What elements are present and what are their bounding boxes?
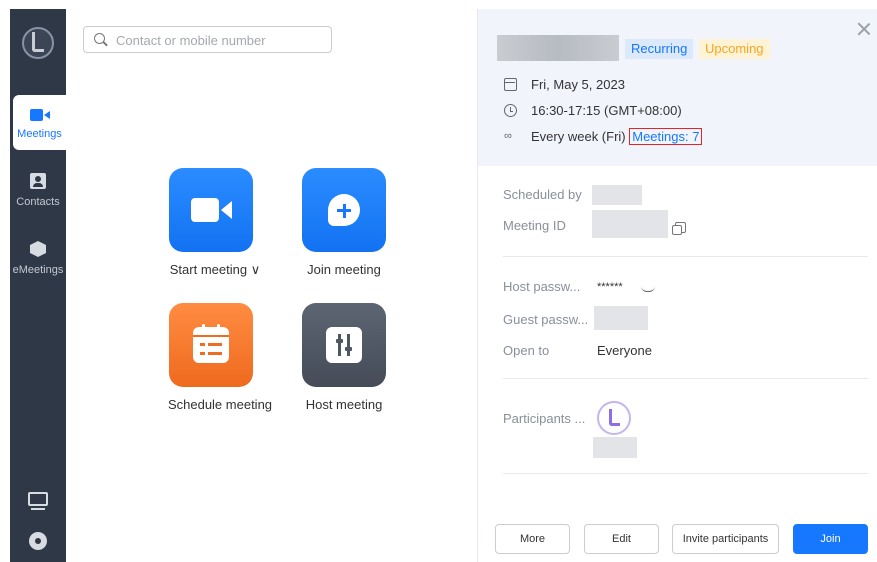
- participant-name-redacted: [593, 437, 637, 458]
- schedule-meeting-label[interactable]: Schedule meeting: [160, 397, 280, 412]
- user-avatar[interactable]: [22, 27, 54, 59]
- join-meeting-label[interactable]: Join meeting: [294, 262, 394, 277]
- meeting-id-label: Meeting ID: [503, 218, 566, 233]
- divider: [503, 473, 868, 474]
- host-password-value: ******: [597, 281, 623, 293]
- schedule-meeting-tile[interactable]: [169, 303, 253, 387]
- edit-button[interactable]: Edit: [584, 524, 659, 554]
- open-to-label: Open to: [503, 343, 550, 358]
- search-input[interactable]: [116, 31, 326, 49]
- clock-icon: [504, 104, 517, 117]
- cube-icon: [30, 241, 46, 257]
- close-icon[interactable]: [856, 21, 872, 37]
- meeting-details-header: Recurring Upcoming Fri, May 5, 2023 16:3…: [478, 9, 877, 166]
- sidebar-item-contacts[interactable]: Contacts: [10, 173, 66, 213]
- scheduled-by-value-redacted: [592, 185, 642, 205]
- settings-gear-icon[interactable]: [29, 532, 47, 550]
- repeat-icon: ∞: [504, 130, 512, 142]
- sidebar: Meetings Contacts eMeetings: [10, 9, 66, 562]
- search-box: [83, 26, 332, 53]
- calendar-icon: [504, 78, 517, 91]
- meeting-time: 16:30-17:15 (GMT+08:00): [531, 103, 682, 118]
- meeting-date: Fri, May 5, 2023: [531, 77, 625, 92]
- scheduled-by-label: Scheduled by: [503, 187, 582, 202]
- sidebar-item-label: Contacts: [16, 196, 60, 208]
- sidebar-item-label: Meetings: [17, 128, 62, 140]
- join-button[interactable]: Join: [793, 524, 868, 554]
- meetings-count-link[interactable]: Meetings: 7: [629, 128, 703, 145]
- eye-closed-icon[interactable]: [641, 286, 655, 292]
- guest-password-value-redacted: [594, 306, 648, 330]
- video-camera-icon: [191, 198, 233, 222]
- participants-label: Participants ...: [503, 411, 586, 426]
- start-meeting-tile[interactable]: [169, 168, 253, 252]
- calendar-icon: [193, 324, 229, 363]
- guest-password-label: Guest passw...: [503, 312, 589, 327]
- video-camera-icon: [29, 109, 50, 121]
- host-password-label: Host passw...: [503, 279, 581, 294]
- more-button[interactable]: More: [495, 524, 570, 554]
- start-meeting-label[interactable]: Start meeting ∨: [163, 262, 267, 278]
- contacts-icon: [30, 173, 46, 189]
- host-meeting-label[interactable]: Host meeting: [294, 397, 394, 412]
- divider: [503, 256, 868, 257]
- screen-share-icon[interactable]: [28, 492, 48, 510]
- plus-bubble-icon: [328, 194, 360, 226]
- recurring-badge: Recurring: [625, 39, 694, 59]
- participant-avatar[interactable]: [597, 401, 631, 435]
- copy-icon[interactable]: [672, 222, 686, 235]
- join-meeting-tile[interactable]: [302, 168, 386, 252]
- invite-participants-button[interactable]: Invite participants: [672, 524, 779, 554]
- upcoming-badge: Upcoming: [699, 39, 770, 59]
- recurrence-text: Every week (Fri): [531, 129, 626, 144]
- meeting-title-redacted: [497, 35, 619, 61]
- search-icon: [94, 33, 105, 44]
- host-meeting-tile[interactable]: [302, 303, 386, 387]
- sidebar-item-emeetings[interactable]: eMeetings: [10, 241, 66, 281]
- app-window: Meetings Contacts eMeetings Start meetin…: [0, 0, 877, 562]
- sidebar-item-meetings[interactable]: Meetings: [13, 95, 66, 150]
- meeting-details-panel: Recurring Upcoming Fri, May 5, 2023 16:3…: [477, 9, 877, 562]
- sliders-icon: [326, 327, 362, 363]
- open-to-value: Everyone: [597, 343, 652, 358]
- divider: [503, 378, 868, 379]
- sidebar-item-label: eMeetings: [12, 264, 64, 276]
- meeting-id-value-redacted: [592, 210, 668, 238]
